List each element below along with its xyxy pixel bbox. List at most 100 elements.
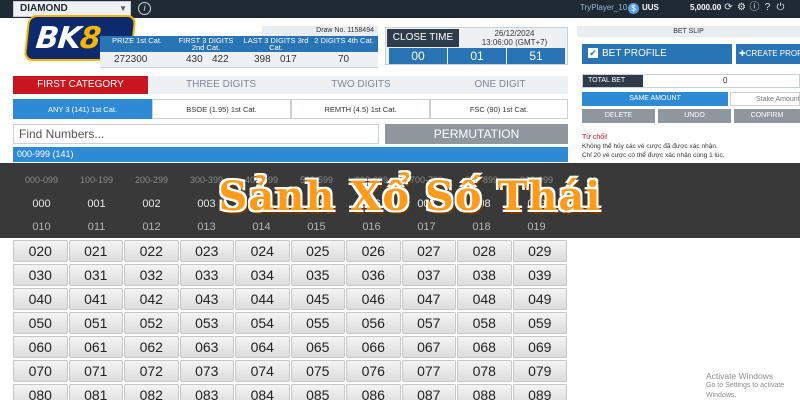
settings-icon[interactable]: ⚙: [736, 2, 747, 14]
number-cell[interactable]: 033: [179, 264, 234, 286]
subtab-fsc[interactable]: FSC (90) 1st Cat.: [430, 99, 568, 119]
number-cell[interactable]: 078: [457, 360, 512, 382]
number-cell[interactable]: 080: [13, 384, 68, 400]
number-cell[interactable]: 034: [235, 264, 290, 286]
number-cell[interactable]: 045: [290, 288, 345, 310]
number-cell[interactable]: 043: [179, 288, 234, 310]
number-cell[interactable]: 012: [124, 221, 179, 233]
number-cell[interactable]: 065: [290, 336, 345, 358]
create-profile-button[interactable]: ✚CREATE PROFILE: [736, 44, 800, 64]
number-cell[interactable]: 000: [14, 198, 69, 210]
number-cell[interactable]: 017: [399, 221, 454, 233]
number-cell[interactable]: 070: [13, 360, 68, 382]
number-cell[interactable]: 060: [13, 336, 68, 358]
number-cell[interactable]: 069: [512, 336, 567, 358]
number-cell[interactable]: 035: [290, 264, 345, 286]
number-cell[interactable]: 087: [401, 384, 456, 400]
range-tab[interactable]: 000-099: [14, 175, 69, 185]
number-cell[interactable]: 013: [179, 221, 234, 233]
subtab-remth[interactable]: REMTH (4.5) 1st Cat.: [291, 99, 430, 119]
number-cell[interactable]: 036: [346, 264, 401, 286]
number-cell[interactable]: 030: [13, 264, 68, 286]
tab-one-digit[interactable]: ONE DIGIT: [432, 76, 568, 94]
number-cell[interactable]: 076: [346, 360, 401, 382]
number-cell[interactable]: 022: [124, 240, 179, 262]
number-cell[interactable]: 084: [235, 384, 290, 400]
number-cell[interactable]: 085: [290, 384, 345, 400]
number-cell[interactable]: 010: [14, 221, 69, 233]
number-cell[interactable]: 032: [124, 264, 179, 286]
number-cell[interactable]: 088: [457, 384, 512, 400]
number-cell[interactable]: 014: [234, 221, 289, 233]
stake-amount-input[interactable]: [730, 92, 800, 106]
refresh-icon[interactable]: ⟳: [723, 2, 734, 14]
number-cell[interactable]: 047: [401, 288, 456, 310]
number-cell[interactable]: 046: [346, 288, 401, 310]
undo-button[interactable]: UNDO: [658, 109, 731, 123]
number-cell[interactable]: 020: [13, 240, 68, 262]
tab-two-digits[interactable]: TWO DIGITS: [292, 76, 430, 94]
number-cell[interactable]: 041: [68, 288, 123, 310]
number-cell[interactable]: 077: [401, 360, 456, 382]
number-cell[interactable]: 050: [13, 312, 68, 334]
logout-icon[interactable]: ⏻: [775, 2, 786, 14]
number-cell[interactable]: 001: [69, 198, 124, 210]
number-cell[interactable]: 061: [68, 336, 123, 358]
number-cell[interactable]: 056: [346, 312, 401, 334]
number-cell[interactable]: 023: [179, 240, 234, 262]
number-cell[interactable]: 044: [235, 288, 290, 310]
number-cell[interactable]: 029: [512, 240, 567, 262]
number-cell[interactable]: 015: [289, 221, 344, 233]
same-amount-button[interactable]: SAME AMOUNT: [582, 92, 728, 106]
number-cell[interactable]: 074: [235, 360, 290, 382]
number-cell[interactable]: 089: [512, 384, 567, 400]
tab-first-category[interactable]: FIRST CATEGORY: [13, 76, 148, 94]
number-cell[interactable]: 037: [401, 264, 456, 286]
number-cell[interactable]: 073: [179, 360, 234, 382]
number-cell[interactable]: 018: [454, 221, 509, 233]
number-cell[interactable]: 083: [179, 384, 234, 400]
number-cell[interactable]: 071: [68, 360, 123, 382]
number-cell[interactable]: 039: [512, 264, 567, 286]
number-cell[interactable]: 086: [346, 384, 401, 400]
subtab-bsoe[interactable]: BSOE (1.95) 1st Cat.: [152, 99, 291, 119]
tab-three-digits[interactable]: THREE DIGITS: [152, 76, 290, 94]
number-cell[interactable]: 051: [68, 312, 123, 334]
number-cell[interactable]: 024: [235, 240, 290, 262]
number-cell[interactable]: 075: [290, 360, 345, 382]
number-cell[interactable]: 072: [124, 360, 179, 382]
range-tab[interactable]: 100-199: [69, 175, 124, 185]
number-cell[interactable]: 040: [13, 288, 68, 310]
number-cell[interactable]: 082: [124, 384, 179, 400]
number-cell[interactable]: 052: [124, 312, 179, 334]
number-cell[interactable]: 038: [457, 264, 512, 286]
number-cell[interactable]: 079: [512, 360, 567, 382]
confirm-button[interactable]: CONFIRM: [734, 109, 800, 123]
number-cell[interactable]: 067: [401, 336, 456, 358]
number-cell[interactable]: 027: [401, 240, 456, 262]
info-icon[interactable]: ⓘ: [749, 2, 760, 14]
question-icon[interactable]: ?: [762, 2, 773, 14]
number-cell[interactable]: 062: [124, 336, 179, 358]
number-cell[interactable]: 048: [457, 288, 512, 310]
number-cell[interactable]: 063: [179, 336, 234, 358]
number-cell[interactable]: 026: [346, 240, 401, 262]
number-cell[interactable]: 081: [68, 384, 123, 400]
info-icon[interactable]: i: [138, 2, 151, 15]
number-cell[interactable]: 068: [457, 336, 512, 358]
number-cell[interactable]: 054: [235, 312, 290, 334]
bet-profile-button[interactable]: ✔ BET PROFILE: [582, 44, 732, 64]
permutation-button[interactable]: PERMUTATION: [385, 124, 568, 144]
delete-button[interactable]: DELETE: [582, 109, 655, 123]
number-cell[interactable]: 028: [457, 240, 512, 262]
number-cell[interactable]: 019: [509, 221, 564, 233]
number-cell[interactable]: 058: [457, 312, 512, 334]
number-cell[interactable]: 021: [68, 240, 123, 262]
number-cell[interactable]: 016: [344, 221, 399, 233]
number-cell[interactable]: 059: [512, 312, 567, 334]
number-cell[interactable]: 066: [346, 336, 401, 358]
number-cell[interactable]: 055: [290, 312, 345, 334]
number-cell[interactable]: 011: [69, 221, 124, 233]
number-cell[interactable]: 049: [512, 288, 567, 310]
number-cell[interactable]: 031: [68, 264, 123, 286]
